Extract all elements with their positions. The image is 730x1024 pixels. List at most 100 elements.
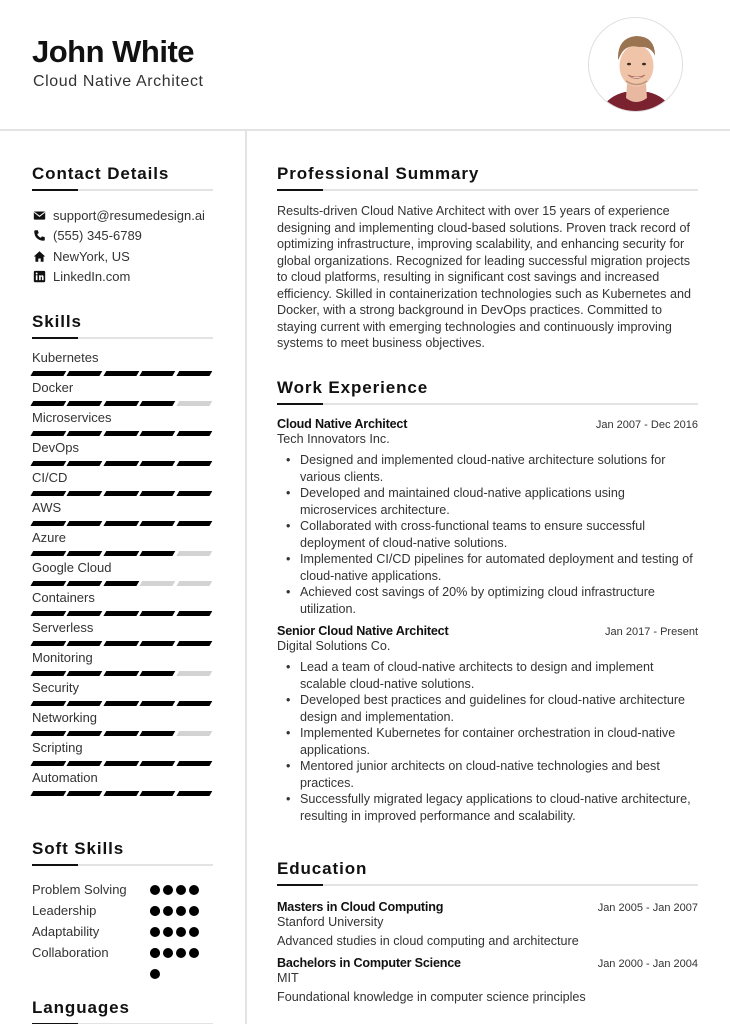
job-dates: Jan 2017 - Present [605, 626, 698, 638]
skill-segment-empty [139, 581, 176, 586]
education-entry: Bachelors in Computer Science Jan 2000 -… [277, 956, 698, 1004]
skill-level-bar [30, 701, 213, 706]
skill-segment-filled [30, 551, 67, 556]
soft-skill-name: Adaptability [32, 924, 100, 939]
contact-email[interactable]: support@resumedesign.ai [32, 205, 213, 226]
skill-level-bar [30, 551, 213, 556]
skill-segment-filled [30, 431, 67, 436]
skill-segment-filled [103, 611, 140, 616]
job-bullet: Designed and implemented cloud-native ar… [286, 452, 698, 485]
skill-segment-filled [103, 731, 140, 736]
skill-segment-filled [139, 761, 176, 766]
skill-segment-filled [139, 551, 176, 556]
skill-segment-filled [30, 791, 67, 796]
skill-segment-filled [30, 371, 67, 376]
skill-segment-filled [30, 491, 67, 496]
section-divider [277, 189, 698, 191]
skill-segment-filled [67, 671, 104, 676]
skill-segment-filled [176, 761, 213, 766]
skill-level-bar [30, 671, 213, 676]
skill-segment-filled [103, 431, 140, 436]
skill-segment-filled [103, 791, 140, 796]
soft-skill-item: Leadership [32, 900, 213, 937]
section-divider [277, 403, 698, 405]
skill-segment-filled [139, 371, 176, 376]
job-bullet: Developed and maintained cloud-native ap… [286, 485, 698, 518]
skill-name: Kubernetes [32, 350, 99, 365]
soft-skill-item: Collaboration [32, 942, 213, 979]
summary-text: Results-driven Cloud Native Architect wi… [277, 204, 691, 350]
contact-linkedin-text: LinkedIn.com [53, 269, 131, 285]
rating-dot-filled [163, 926, 173, 937]
section-divider [32, 337, 213, 339]
rating-dot-filled [150, 947, 160, 958]
skill-segment-filled [139, 431, 176, 436]
degree-title: Bachelors in Computer Science [277, 956, 461, 970]
job-company: Tech Innovators Inc. [277, 432, 390, 446]
profile-photo [588, 17, 683, 112]
skill-item: Containers [30, 589, 213, 616]
skill-segment-empty [176, 671, 213, 676]
skill-name: Serverless [32, 620, 94, 635]
skill-segment-filled [103, 551, 140, 556]
job-bullet: Developed best practices and guidelines … [286, 692, 698, 725]
skill-segment-filled [67, 611, 104, 616]
column-divider [245, 131, 247, 1024]
skills-heading: Skills [32, 312, 82, 331]
soft-skill-name: Leadership [32, 903, 97, 918]
skill-segment-filled [103, 581, 140, 586]
skill-segment-filled [30, 521, 67, 526]
skill-segment-filled [176, 611, 213, 616]
skill-segment-filled [67, 551, 104, 556]
skill-name: Automation [32, 770, 98, 785]
work-heading: Work Experience [277, 378, 429, 397]
skill-level-bar [30, 641, 213, 646]
skill-segment-filled [103, 671, 140, 676]
skill-segment-filled [176, 641, 213, 646]
skill-segment-filled [139, 641, 176, 646]
skill-segment-filled [67, 581, 104, 586]
soft-skill-rating [150, 947, 199, 979]
rating-dot-filled [163, 884, 173, 895]
rating-dot-filled [176, 926, 186, 937]
skill-segment-filled [139, 731, 176, 736]
skill-level-bar [30, 581, 213, 586]
soft-skill-name: Collaboration [32, 945, 109, 960]
soft-skills-list: Problem Solving Leadership Adaptability Col… [32, 879, 213, 979]
contact-linkedin[interactable]: LinkedIn.com [32, 267, 213, 288]
skill-item: Monitoring [30, 649, 213, 676]
skill-segment-filled [103, 701, 140, 706]
school-name: MIT [277, 971, 299, 985]
skill-name: DevOps [32, 440, 79, 455]
contact-phone[interactable]: (555) 345-6789 [32, 226, 213, 247]
skill-name: Azure [32, 530, 66, 545]
job-bullet: Mentored junior architects on cloud-nati… [286, 758, 698, 791]
linkedin-icon [32, 270, 46, 284]
languages-section: Languages [32, 998, 213, 1024]
skill-item: CI/CD [30, 469, 213, 496]
job-bullet: Achieved cost savings of 20% by optimizi… [286, 584, 698, 617]
skill-level-bar [30, 791, 213, 796]
job-bullets: Designed and implemented cloud-native ar… [277, 452, 698, 617]
soft-skill-item: Problem Solving [32, 879, 213, 916]
skill-name: Monitoring [32, 650, 93, 665]
skill-name: CI/CD [32, 470, 68, 485]
rating-dot-filled [163, 905, 173, 916]
soft-skill-name: Problem Solving [32, 882, 127, 897]
skill-segment-filled [67, 461, 104, 466]
skill-name: Containers [32, 590, 95, 605]
skill-level-bar [30, 431, 213, 436]
skill-item: Google Cloud [30, 559, 213, 586]
education-section: Education Masters in Cloud Computing Jan… [277, 859, 698, 1004]
skill-segment-filled [103, 371, 140, 376]
skill-item: DevOps [30, 439, 213, 466]
section-divider [277, 884, 698, 886]
skill-segment-filled [139, 521, 176, 526]
contact-heading: Contact Details [32, 164, 170, 183]
skill-item: Azure [30, 529, 213, 556]
skill-segment-filled [103, 461, 140, 466]
skill-segment-filled [67, 431, 104, 436]
skill-segment-filled [67, 371, 104, 376]
skill-segment-filled [67, 641, 104, 646]
job-entry: Senior Cloud Native Architect Jan 2017 -… [277, 624, 698, 824]
